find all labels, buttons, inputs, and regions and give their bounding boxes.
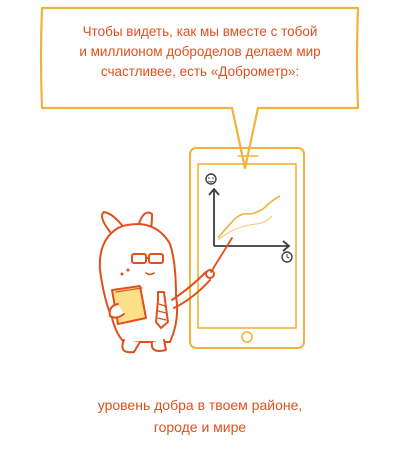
clock-icon [281, 251, 293, 263]
caption: уровень добра в твоем районе, городе и м… [0, 394, 400, 438]
smiley-icon [205, 173, 217, 185]
mini-chart [208, 187, 291, 252]
speech-line-1: Чтобы видеть, как мы вместе с тобой [82, 24, 318, 39]
speech-bubble-text: Чтобы видеть, как мы вместе с тобой и ми… [50, 22, 350, 82]
speech-line-2: и миллионом доброделов делаем мир [79, 44, 321, 59]
mascot [98, 211, 233, 354]
speech-line-3: счастливее, есть «Доброметр»: [100, 64, 300, 79]
caption-line-1: уровень добра в твоем районе, [97, 397, 303, 413]
caption-line-2: городе и мире [153, 419, 247, 435]
